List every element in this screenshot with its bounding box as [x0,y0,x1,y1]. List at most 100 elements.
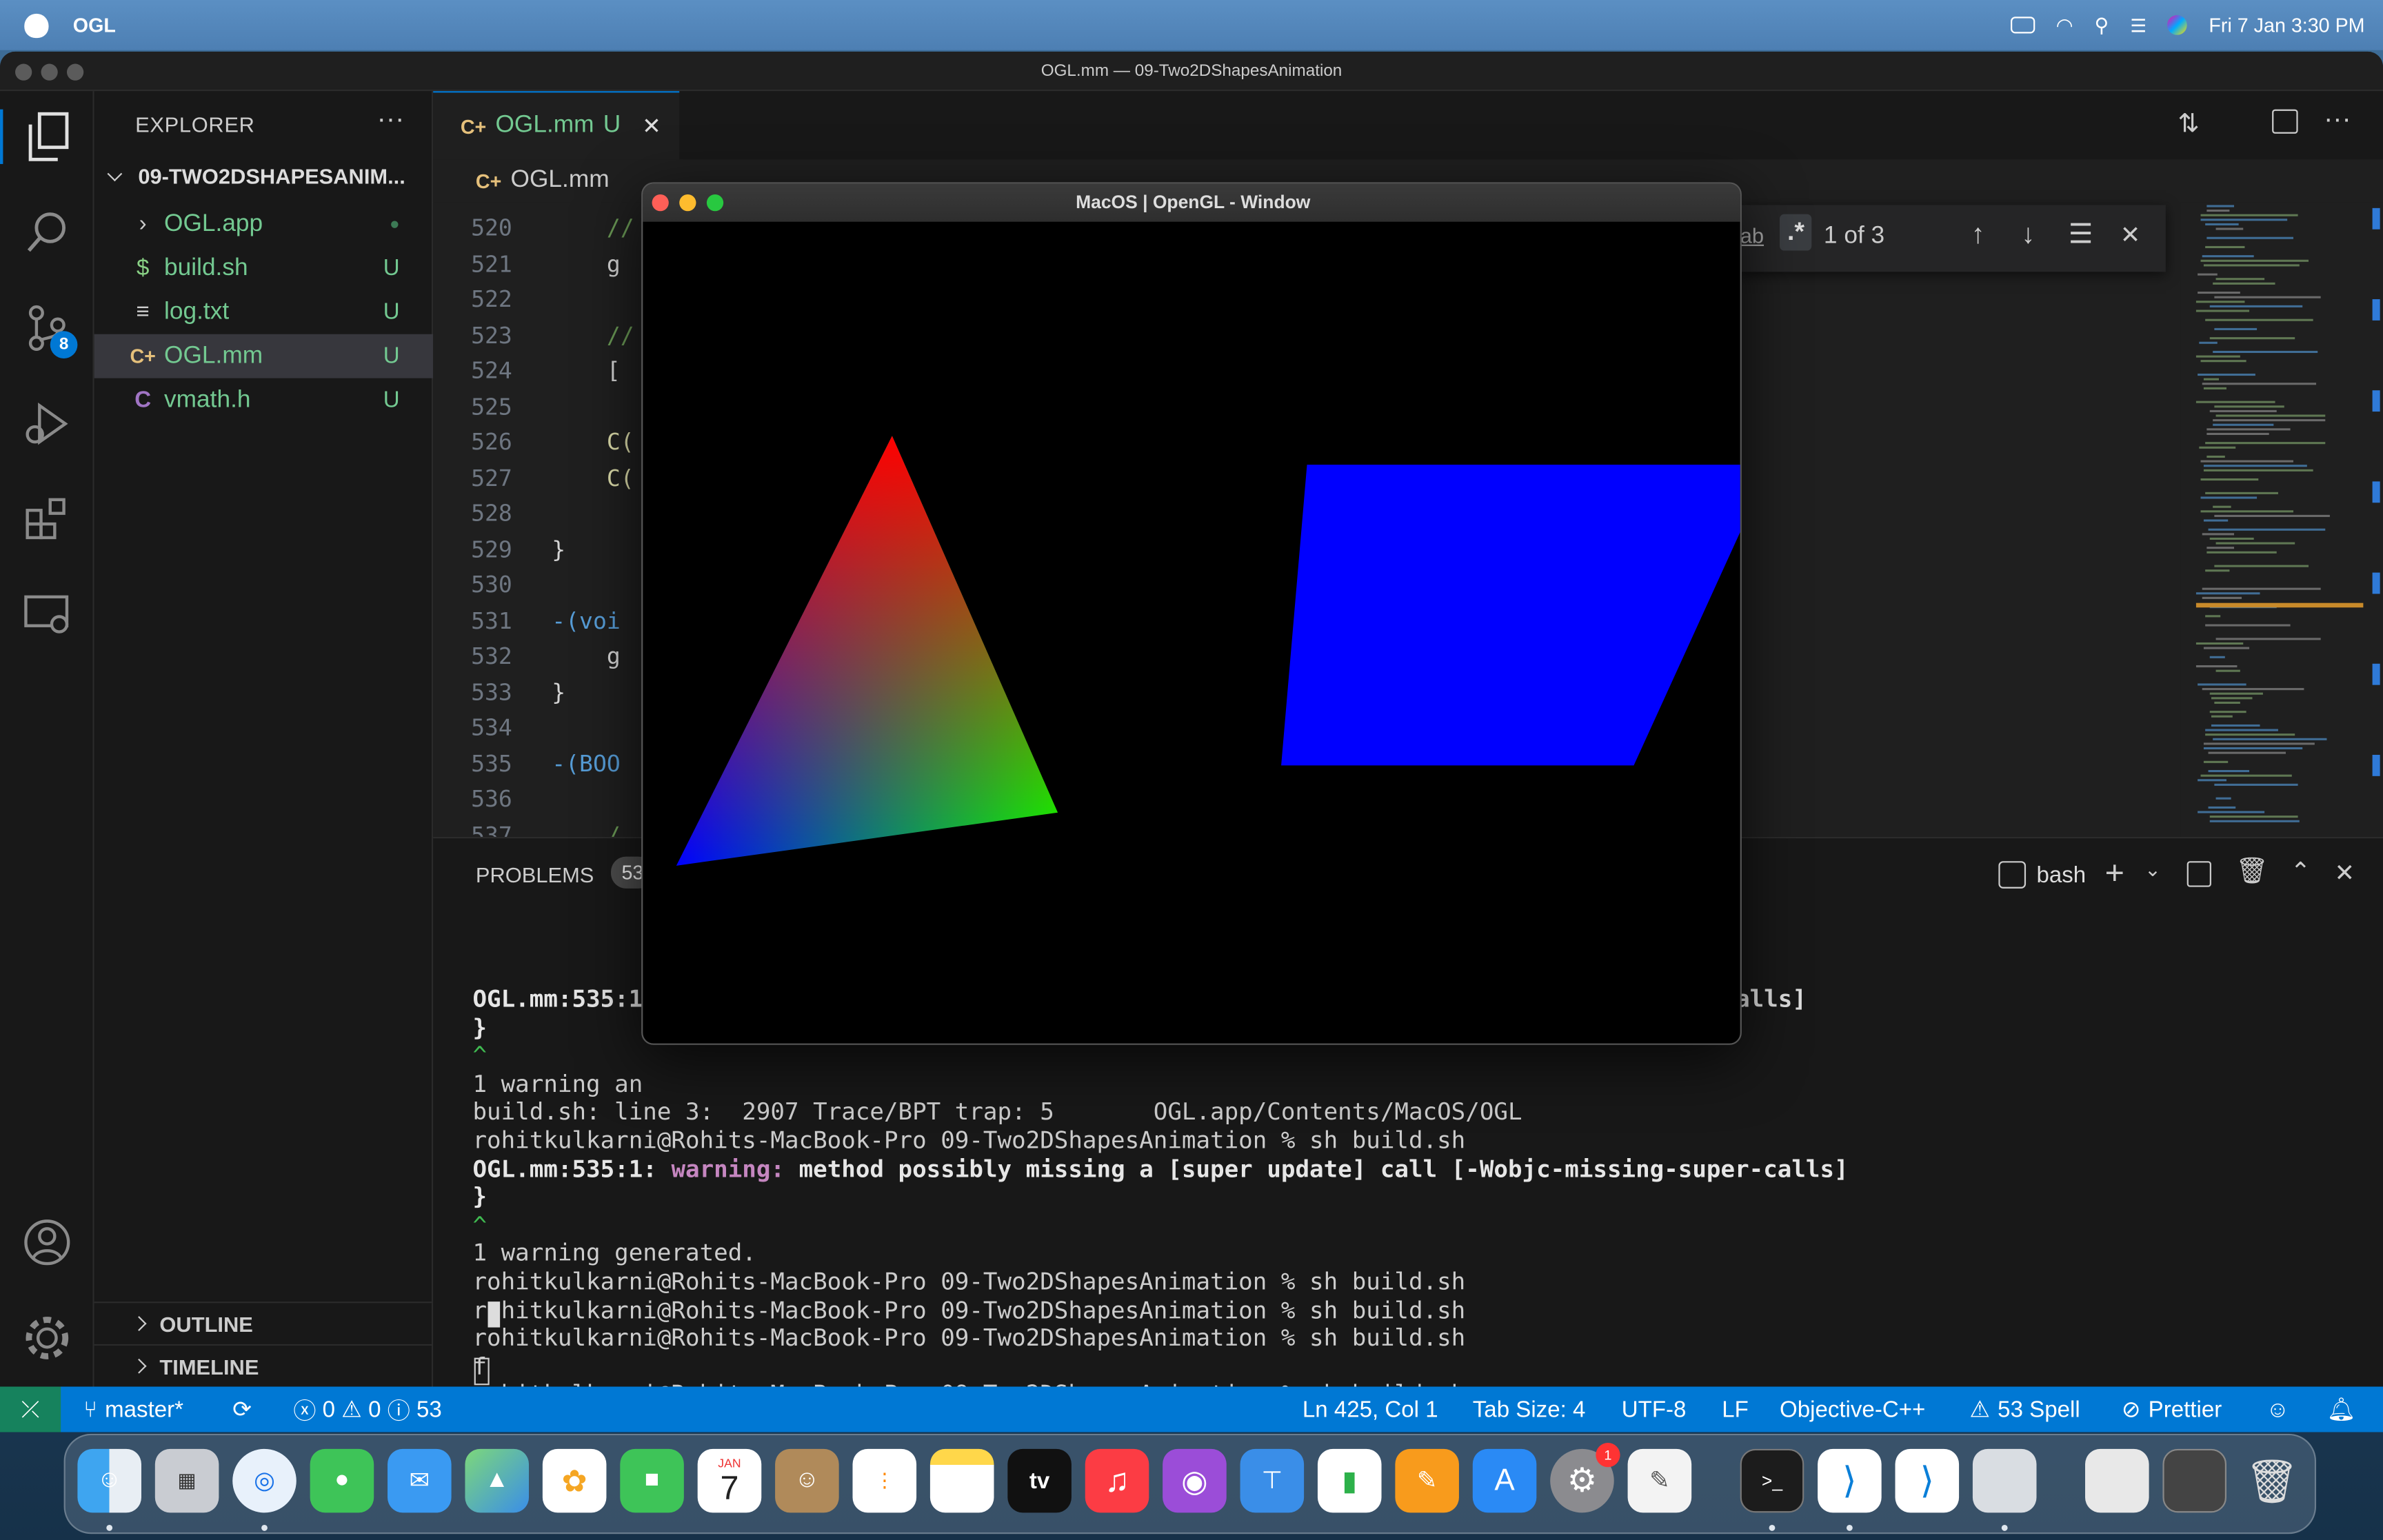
photos-icon[interactable]: ✿ [542,1448,607,1513]
close-window-button[interactable] [15,63,32,81]
minimap[interactable] [2180,202,2383,837]
vscode-icon[interactable]: ⟩ [1818,1448,1882,1513]
text-file-icon: ≡ [136,299,150,325]
previous-match-icon[interactable]: ↑ [1971,219,1985,250]
timeline-section[interactable]: TIMELINE [94,1344,434,1387]
cpp-file-icon: C+ [130,345,156,368]
encoding[interactable]: UTF-8 [1622,1387,1687,1432]
keynote-icon[interactable]: ⊤ [1240,1448,1305,1513]
siri-icon[interactable] [2167,15,2188,35]
tab-problems[interactable]: PROBLEMS [476,862,594,886]
vscode-icon-2[interactable]: ⟩ [1895,1448,1960,1513]
file-item-log-txt[interactable]: ≡ log.txt U [94,290,434,334]
next-match-icon[interactable]: ↓ [2021,219,2035,250]
file-item-vmath-h[interactable]: C vmath.h U [94,378,434,423]
outline-section[interactable]: OUTLINE [94,1301,434,1344]
music-icon[interactable]: ♫ [1085,1448,1149,1513]
safari-icon[interactable]: ◎ [232,1448,296,1513]
zoom-window-button[interactable] [66,63,84,81]
textedit-icon[interactable]: ✎ [1627,1448,1692,1513]
regex-toggle[interactable]: .* [1780,214,1813,251]
notes-icon[interactable] [929,1448,994,1513]
terminal-shell-name[interactable]: bash [2036,862,2086,888]
messages-icon[interactable]: ● [310,1448,374,1513]
minimize-window-button[interactable] [679,194,696,212]
prettier-icon: ⊘ [2121,1397,2141,1424]
more-actions-icon[interactable]: ··· [377,103,405,135]
launchpad-icon[interactable]: ▦ [154,1448,219,1513]
chevron-down-icon[interactable]: ⌄ [2144,858,2161,882]
notifications-bell-icon[interactable]: 🔔︎ [2326,1387,2355,1432]
explorer-icon[interactable] [0,109,94,164]
manage-gear-icon[interactable] [20,1310,74,1365]
search-icon[interactable] [20,205,74,259]
file-item-build-sh[interactable]: $ build.sh U [94,246,434,290]
line-number: 534 [471,713,512,742]
remote-indicator[interactable]: ⤫ [0,1386,61,1432]
podcasts-icon[interactable]: ◉ [1163,1448,1227,1513]
search-icon[interactable]: ⚲ [2094,13,2109,37]
close-window-button[interactable] [652,194,669,212]
sync-icon[interactable]: ⟳ [232,1387,252,1432]
cursor-position[interactable]: Ln 425, Col 1 [1303,1387,1438,1432]
trash-icon[interactable]: 🗑 [2240,1449,2304,1513]
prettier-indicator[interactable]: ⊘ Prettier [2122,1387,2222,1432]
tab-size[interactable]: Tab Size: 4 [1473,1387,1586,1432]
branch-indicator[interactable]: ⑂ master* [83,1387,183,1432]
line-ending[interactable]: LF [1722,1387,1749,1432]
apple-tv-icon[interactable]: tv [1007,1448,1072,1513]
maximize-panel-icon[interactable]: ⌃ [2291,857,2311,887]
screenshot-icon[interactable] [2162,1448,2227,1513]
breadcrumb-file[interactable]: OGL.mm [511,167,610,194]
more-actions-icon[interactable]: ··· [2324,103,2351,135]
open-changes-icon[interactable]: ⇅ [2178,110,2199,140]
close-find-icon[interactable]: ✕ [2120,220,2141,250]
downloads-folder-icon[interactable] [2085,1448,2149,1513]
source-control-icon[interactable]: 8 [20,301,78,358]
file-item-ogl-mm[interactable]: C+ OGL.mm U [94,334,434,378]
new-terminal-icon[interactable]: + [2105,853,2124,893]
problems-indicator[interactable]: ⓧ 0 ⚠ 0 ⓘ 53 [293,1387,441,1432]
tab-ogl-mm[interactable]: C+ OGL.mm U ✕ [433,91,680,160]
battery-icon[interactable] [2010,17,2035,34]
numbers-icon[interactable]: ▮ [1317,1448,1382,1513]
contacts-icon[interactable]: ☺ [775,1448,839,1513]
preview-icon[interactable] [1972,1448,2037,1513]
terminal-icon[interactable]: >_ [1740,1448,1804,1513]
facetime-icon[interactable]: ■ [620,1448,684,1513]
pages-icon[interactable]: ✎ [1395,1448,1459,1513]
menubar-clock[interactable]: Fri 7 Jan 3:30 PM [2209,14,2364,37]
line-number: 528 [471,499,512,527]
close-panel-icon[interactable]: ✕ [2334,858,2355,889]
workspace-folder[interactable]: 09-TWO2DSHAPESANIM... [106,164,405,188]
apple-menu-icon[interactable] [24,12,49,37]
zoom-window-button[interactable] [706,194,724,212]
file-item-ogl-app[interactable]: › OGL.app ● [94,202,434,246]
split-terminal-icon[interactable] [2186,861,2211,887]
spell-indicator[interactable]: ⚠ 53 Spell [1970,1387,2080,1432]
feedback-icon[interactable]: ☺ [2266,1387,2289,1432]
run-debug-icon[interactable] [20,396,74,451]
trash-icon[interactable]: 🗑 [2235,857,2269,887]
close-tab-icon[interactable]: ✕ [642,112,661,139]
wifi-icon[interactable]: ◠ [2056,13,2073,37]
opengl-canvas[interactable] [643,222,1742,1045]
remote-explorer-icon[interactable] [20,588,74,642]
terminal-text: OGL.mm:535:1: [472,1155,672,1183]
accounts-icon[interactable] [20,1215,74,1270]
match-word-toggle[interactable]: ab [1740,223,1764,247]
minimize-window-button[interactable] [41,63,58,81]
app-menu-name[interactable]: OGL [73,14,116,37]
mail-icon[interactable]: ✉ [388,1448,452,1513]
system-settings-icon[interactable]: ⚙ 1 [1550,1443,1620,1513]
find-in-selection-icon[interactable]: ☰ [2069,219,2093,250]
calendar-icon[interactable]: JAN 7 [697,1448,762,1513]
maps-icon[interactable]: ▲ [465,1448,530,1513]
language-mode[interactable]: Objective-C++ [1780,1387,1925,1432]
split-editor-icon[interactable] [2272,109,2298,134]
reminders-icon[interactable]: ⋮ [852,1448,917,1513]
control-center-icon[interactable]: ☰ [2130,14,2146,36]
finder-icon[interactable]: ☺ [77,1448,141,1513]
app-store-icon[interactable]: A [1472,1448,1537,1513]
extensions-icon[interactable] [20,492,74,547]
